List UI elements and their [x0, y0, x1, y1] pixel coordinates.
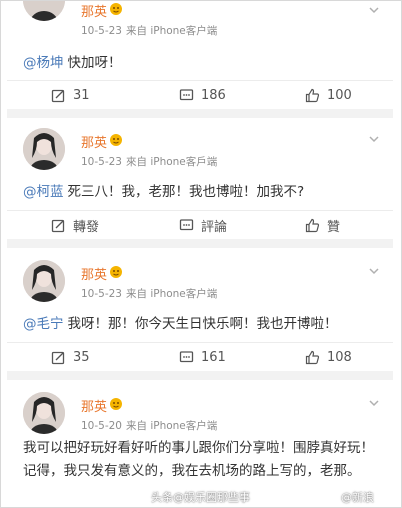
like-button[interactable]: 贊	[305, 216, 341, 235]
post-divider	[7, 371, 393, 380]
avatar[interactable]	[23, 260, 65, 302]
comment-label: 評論	[201, 219, 228, 235]
author-name[interactable]: 那英	[81, 264, 107, 283]
comment-icon	[179, 218, 194, 230]
comment-button[interactable]: 186	[179, 86, 226, 104]
post-content: 我可以把好玩好看好听的事儿跟你们分享啦！围脖真好玩！记得，我只发有意义的，我在去…	[23, 440, 374, 479]
avatar[interactable]	[23, 1, 65, 21]
repost-count: 35	[73, 349, 90, 365]
vip-badge-icon	[110, 3, 122, 15]
vip-badge-icon	[110, 398, 122, 410]
post-date: 10-5-23	[81, 288, 122, 300]
author-name[interactable]: 那英	[81, 1, 107, 20]
post-text: 死三八！我，老那！我也博啦！加我不?	[67, 184, 305, 200]
avatar[interactable]	[23, 128, 65, 170]
post-content: @柯蓝 死三八！我，老那！我也博啦！加我不?	[23, 180, 304, 200]
like-icon	[305, 218, 320, 232]
like-label: 贊	[327, 219, 341, 235]
mention-link[interactable]: @柯蓝	[23, 184, 64, 200]
post-text: 我呀！那！你今天生日快乐啊！我也开博啦！	[67, 316, 338, 332]
avatar[interactable]	[23, 392, 65, 434]
watermark-text: @新浪	[341, 491, 374, 504]
like-count: 100	[327, 87, 352, 103]
action-bar: 35 161 108	[7, 342, 393, 370]
comment-count: 161	[201, 349, 226, 365]
repost-icon	[51, 219, 65, 232]
repost-count: 31	[73, 87, 90, 103]
chevron-down-icon[interactable]	[367, 264, 381, 278]
action-bar: 轉發 評論 贊	[7, 210, 393, 238]
repost-button[interactable]: 35	[51, 348, 90, 366]
post-source: 来自 iPhone客户端	[125, 420, 218, 432]
like-button[interactable]: 108	[305, 348, 352, 366]
action-bar: 31 186 100	[7, 80, 393, 108]
post-source: 来自 iPhone客户端	[125, 288, 218, 300]
post-date: 10-5-23	[81, 25, 122, 37]
vip-badge-icon	[110, 134, 122, 146]
post-date: 10-5-20	[81, 420, 122, 432]
like-icon	[305, 88, 320, 102]
repost-icon	[51, 89, 65, 102]
comment-count: 186	[201, 87, 226, 103]
vip-badge-icon	[110, 266, 122, 278]
repost-button[interactable]: 轉發	[51, 216, 100, 235]
like-button[interactable]: 100	[305, 86, 352, 104]
post-divider	[7, 109, 393, 118]
post-meta: 10-5-23 来自 iPhone客户端	[81, 23, 217, 38]
mention-link[interactable]: @毛宁	[23, 316, 64, 332]
watermark-text: 头条@娱乐圈那些事	[151, 491, 250, 504]
comment-icon	[179, 350, 194, 362]
chevron-down-icon[interactable]	[367, 396, 381, 410]
author-name[interactable]: 那英	[81, 396, 107, 415]
chevron-down-icon[interactable]	[367, 132, 381, 146]
comment-button[interactable]: 評論	[179, 216, 228, 235]
chevron-down-icon[interactable]	[367, 3, 381, 17]
post-text: 快加呀！	[67, 55, 122, 71]
post-content: @毛宁 我呀！那！你今天生日快乐啊！我也开博啦！	[23, 312, 338, 332]
repost-label: 轉發	[73, 219, 100, 235]
mention-link[interactable]: @杨坤	[23, 55, 64, 71]
repost-button[interactable]: 31	[51, 86, 90, 104]
post-meta: 10-5-20 来自 iPhone客户端	[81, 418, 217, 433]
comment-button[interactable]: 161	[179, 348, 226, 366]
post-date: 10-5-23	[81, 156, 122, 168]
post-source: 來自 iPhone客戶端	[125, 156, 218, 168]
repost-icon	[51, 351, 65, 364]
post-meta: 10-5-23 来自 iPhone客户端	[81, 286, 217, 301]
post-meta: 10-5-23 來自 iPhone客戶端	[81, 154, 217, 169]
author-name[interactable]: 那英	[81, 132, 107, 151]
post-content: @杨坤 快加呀！	[23, 51, 122, 71]
weibo-screenshot: 那英 10-5-23 来自 iPhone客户端 @杨坤 快加呀！ 31 186 10…	[0, 0, 402, 508]
post-source: 来自 iPhone客户端	[125, 25, 218, 37]
like-icon	[305, 350, 320, 364]
comment-icon	[179, 88, 194, 100]
like-count: 108	[327, 349, 352, 365]
post-divider	[7, 239, 393, 248]
